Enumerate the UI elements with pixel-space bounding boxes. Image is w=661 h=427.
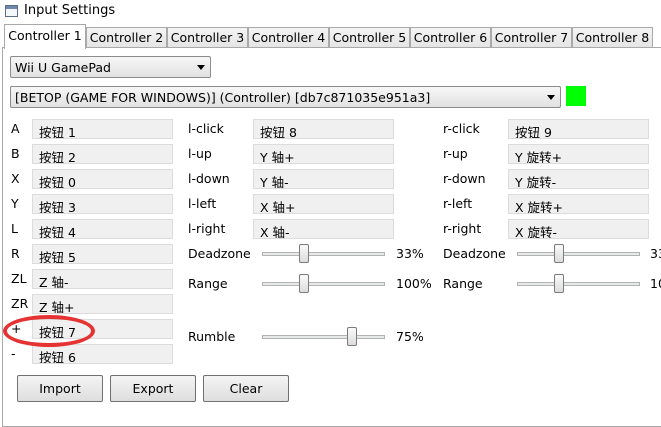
r-right-mapping[interactable]: X 旋转- <box>508 219 649 239</box>
right-deadzone-label: Deadzone <box>443 246 506 261</box>
slider-track <box>262 282 385 286</box>
tab-controller-4[interactable]: Controller 4 <box>248 27 329 48</box>
button-b-mapping[interactable]: 按钮 2 <box>32 144 173 164</box>
r-click-mapping[interactable]: 按钮 9 <box>508 119 649 139</box>
button-a-label: A <box>11 121 20 136</box>
left-deadzone-value: 33% <box>396 246 424 261</box>
l-down-label: l-down <box>188 171 230 186</box>
button-r-mapping[interactable]: 按钮 5 <box>32 244 173 264</box>
tab-controller-2[interactable]: Controller 2 <box>86 27 167 48</box>
slider-track <box>262 335 385 339</box>
device-select[interactable]: [BETOP (GAME FOR WINDOWS)] (Controller) … <box>10 86 561 108</box>
rumble-slider[interactable] <box>262 327 385 347</box>
tab-controller-8[interactable]: Controller 8 <box>572 27 653 48</box>
button-plus-label: + <box>11 321 22 336</box>
slider-track <box>517 282 640 286</box>
left-range-slider[interactable] <box>262 274 385 294</box>
tab-controller-7[interactable]: Controller 7 <box>491 27 572 48</box>
window-icon <box>5 5 18 17</box>
l-left-label: l-left <box>188 196 217 211</box>
import-button[interactable]: Import <box>17 375 103 402</box>
r-down-label: r-down <box>443 171 486 186</box>
chevron-down-icon <box>197 65 205 70</box>
l-up-mapping[interactable]: Y 轴+ <box>253 144 394 164</box>
button-zl-label: ZL <box>11 271 27 286</box>
button-minus-label: - <box>11 346 16 361</box>
tab-controller-3[interactable]: Controller 3 <box>167 27 248 48</box>
title-bar: Input Settings <box>0 0 661 22</box>
button-x-label: X <box>11 171 20 186</box>
left-range-label: Range <box>188 276 228 291</box>
slider-thumb[interactable] <box>299 274 309 293</box>
right-range-value: 10 <box>650 276 661 291</box>
chevron-down-icon <box>547 95 555 100</box>
r-left-label: r-left <box>443 196 473 211</box>
r-down-mapping[interactable]: Y 旋转- <box>508 169 649 189</box>
export-button[interactable]: Export <box>110 375 196 402</box>
right-deadzone-slider[interactable] <box>517 244 640 264</box>
controller-tabs: Controller 1 Controller 2 Controller 3 C… <box>4 24 661 49</box>
button-minus-mapping[interactable]: 按钮 6 <box>32 344 173 364</box>
l-click-label: l-click <box>188 121 224 136</box>
l-up-label: l-up <box>188 146 212 161</box>
r-right-label: r-right <box>443 221 482 236</box>
right-deadzone-value: 33 <box>650 246 661 261</box>
window-title: Input Settings <box>24 3 116 18</box>
button-l-mapping[interactable]: 按钮 4 <box>32 219 173 239</box>
right-range-slider[interactable] <box>517 274 640 294</box>
r-left-mapping[interactable]: X 旋转+ <box>508 194 649 214</box>
clear-button[interactable]: Clear <box>203 375 289 402</box>
r-click-label: r-click <box>443 121 480 136</box>
controller-type-value: Wii U GamePad <box>15 60 111 75</box>
button-plus-mapping[interactable]: 按钮 7 <box>32 319 173 339</box>
button-y-label: Y <box>11 196 19 211</box>
slider-thumb[interactable] <box>554 274 564 293</box>
slider-track <box>262 252 385 256</box>
device-value: [BETOP (GAME FOR WINDOWS)] (Controller) … <box>15 90 431 105</box>
slider-thumb[interactable] <box>554 244 564 263</box>
r-up-label: r-up <box>443 146 468 161</box>
l-click-mapping[interactable]: 按钮 8 <box>253 119 394 139</box>
connection-status-indicator <box>566 86 586 106</box>
left-deadzone-slider[interactable] <box>262 244 385 264</box>
button-b-label: B <box>11 146 20 161</box>
button-zr-label: ZR <box>11 296 29 311</box>
button-zl-mapping[interactable]: Z 轴- <box>32 269 173 289</box>
button-a-mapping[interactable]: 按钮 1 <box>32 119 173 139</box>
right-range-label: Range <box>443 276 483 291</box>
r-up-mapping[interactable]: Y 旋转+ <box>508 144 649 164</box>
button-l-label: L <box>11 221 18 236</box>
slider-thumb[interactable] <box>299 244 309 263</box>
rumble-value: 75% <box>396 329 424 344</box>
l-right-mapping[interactable]: X 轴- <box>253 219 394 239</box>
rumble-label: Rumble <box>188 329 236 344</box>
tab-controller-5[interactable]: Controller 5 <box>329 27 410 48</box>
left-deadzone-label: Deadzone <box>188 246 251 261</box>
l-right-label: l-right <box>188 221 226 236</box>
left-range-value: 100% <box>396 276 432 291</box>
slider-thumb[interactable] <box>347 327 357 346</box>
slider-track <box>517 252 640 256</box>
button-x-mapping[interactable]: 按钮 0 <box>32 169 173 189</box>
controller-type-select[interactable]: Wii U GamePad <box>10 56 211 78</box>
button-r-label: R <box>11 246 20 261</box>
button-zr-mapping[interactable]: Z 轴+ <box>32 294 173 314</box>
tab-controller-6[interactable]: Controller 6 <box>410 27 491 48</box>
l-down-mapping[interactable]: Y 轴- <box>253 169 394 189</box>
l-left-mapping[interactable]: X 轴+ <box>253 194 394 214</box>
button-y-mapping[interactable]: 按钮 3 <box>32 194 173 214</box>
tab-controller-1[interactable]: Controller 1 <box>4 24 86 49</box>
